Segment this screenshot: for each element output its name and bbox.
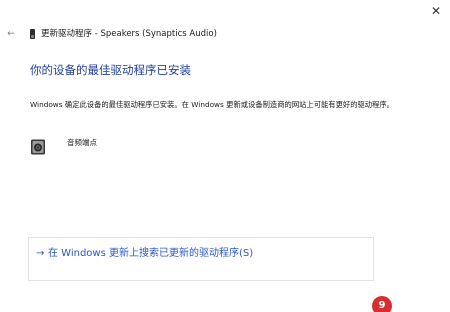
page-heading: 你的设备的最佳驱动程序已安装 bbox=[30, 63, 191, 77]
search-windows-update-link[interactable]: 在 Windows 更新上搜索已更新的驱动程序(S) bbox=[48, 247, 253, 261]
arrow-right-icon: → bbox=[36, 248, 45, 259]
window-title: 更新驱动程序 - Speakers (Synaptics Audio) bbox=[41, 29, 217, 39]
update-driver-dialog: ✕ ← 更新驱动程序 - Speakers (Synaptics Audio) … bbox=[0, 0, 450, 312]
status-description: Windows 确定此设备的最佳驱动程序已安装。在 Windows 更新或设备制… bbox=[30, 100, 394, 109]
close-icon: ✕ bbox=[430, 4, 442, 18]
device-icon bbox=[30, 29, 35, 39]
close-button[interactable]: ✕ bbox=[429, 4, 443, 18]
device-name: 音频端点 bbox=[67, 138, 97, 147]
search-windows-update-button[interactable]: → 在 Windows 更新上搜索已更新的驱动程序(S) bbox=[28, 237, 374, 281]
back-arrow-icon: ← bbox=[7, 29, 15, 39]
speaker-device-icon bbox=[31, 139, 45, 155]
step-number-badge: 9 bbox=[372, 296, 392, 312]
back-button[interactable]: ← bbox=[5, 27, 17, 41]
